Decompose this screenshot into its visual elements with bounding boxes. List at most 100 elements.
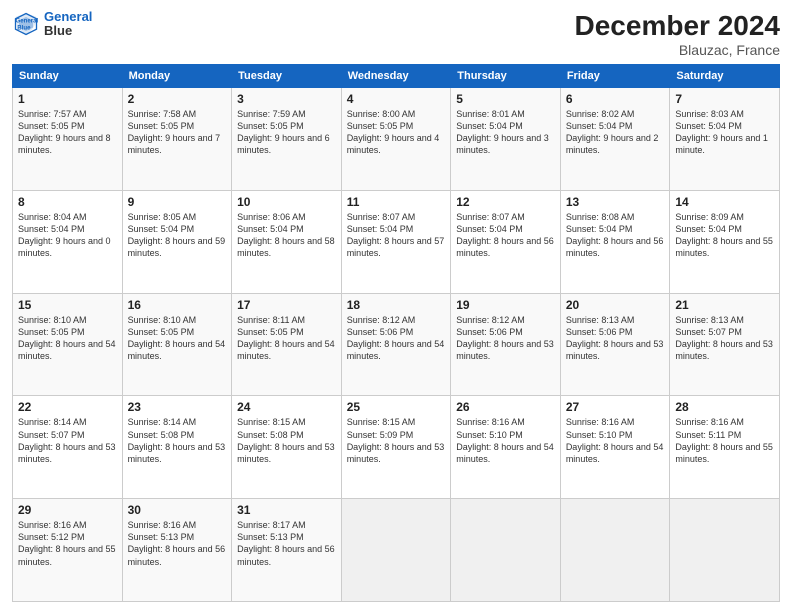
table-row: 5Sunrise: 8:01 AM Sunset: 5:04 PM Daylig… bbox=[451, 88, 561, 191]
calendar-week-0: 1 Sunrise: 7:57 AM Sunset: 5:05 PM Daylig… bbox=[13, 88, 780, 191]
col-thursday: Thursday bbox=[451, 65, 561, 88]
day-detail: Sunrise: 8:00 AM Sunset: 5:05 PM Dayligh… bbox=[347, 108, 446, 157]
table-row: 15 Sunrise: 8:10 AM Sunset: 5:05 PM Dayli… bbox=[13, 293, 123, 396]
col-monday: Monday bbox=[122, 65, 232, 88]
table-row bbox=[560, 499, 670, 602]
day-detail: Sunrise: 8:13 AM Sunset: 5:06 PM Dayligh… bbox=[566, 314, 665, 363]
day-detail: Sunrise: 8:06 AM Sunset: 5:04 PM Dayligh… bbox=[237, 211, 336, 260]
day-detail: Sunrise: 8:16 AM Sunset: 5:11 PM Dayligh… bbox=[675, 416, 774, 465]
day-number: 15 bbox=[18, 298, 117, 312]
calendar-week-4: 29Sunrise: 8:16 AM Sunset: 5:12 PM Dayli… bbox=[13, 499, 780, 602]
day-number: 4 bbox=[347, 92, 446, 106]
day-detail: Sunrise: 7:57 AM Sunset: 5:05 PM Dayligh… bbox=[18, 108, 117, 157]
day-number: 24 bbox=[237, 400, 336, 414]
day-number: 8 bbox=[18, 195, 117, 209]
day-detail: Sunrise: 8:12 AM Sunset: 5:06 PM Dayligh… bbox=[347, 314, 446, 363]
calendar-title: December 2024 bbox=[575, 10, 780, 42]
day-number: 9 bbox=[128, 195, 227, 209]
day-number: 1 bbox=[18, 92, 117, 106]
table-row: 23Sunrise: 8:14 AM Sunset: 5:08 PM Dayli… bbox=[122, 396, 232, 499]
day-number: 11 bbox=[347, 195, 446, 209]
table-row: 6 Sunrise: 8:02 AM Sunset: 5:04 PM Daylig… bbox=[560, 88, 670, 191]
page: General Blue General Blue December 2024 … bbox=[0, 0, 792, 612]
table-row: 11 Sunrise: 8:07 AM Sunset: 5:04 PM Dayli… bbox=[341, 190, 451, 293]
day-detail: Sunrise: 8:11 AM Sunset: 5:05 PM Dayligh… bbox=[237, 314, 336, 363]
day-detail: Sunrise: 8:13 AM Sunset: 5:07 PM Dayligh… bbox=[675, 314, 774, 363]
day-number: 19 bbox=[456, 298, 555, 312]
day-detail: Sunrise: 8:10 AM Sunset: 5:05 PM Dayligh… bbox=[18, 314, 117, 363]
day-detail: Sunrise: 8:12 AM Sunset: 5:06 PM Dayligh… bbox=[456, 314, 555, 363]
day-detail: Sunrise: 8:15 AM Sunset: 5:08 PM Dayligh… bbox=[237, 416, 336, 465]
day-detail: Sunrise: 8:16 AM Sunset: 5:10 PM Dayligh… bbox=[456, 416, 555, 465]
day-detail: Sunrise: 8:16 AM Sunset: 5:10 PM Dayligh… bbox=[566, 416, 665, 465]
day-number: 14 bbox=[675, 195, 774, 209]
col-saturday: Saturday bbox=[670, 65, 780, 88]
day-number: 25 bbox=[347, 400, 446, 414]
table-row: 25 Sunrise: 8:15 AM Sunset: 5:09 PM Dayli… bbox=[341, 396, 451, 499]
header: General Blue General Blue December 2024 … bbox=[12, 10, 780, 58]
logo-icon: General Blue bbox=[12, 10, 40, 38]
day-number: 28 bbox=[675, 400, 774, 414]
table-row: 7Sunrise: 8:03 AM Sunset: 5:04 PM Daylig… bbox=[670, 88, 780, 191]
table-row: 17Sunrise: 8:11 AM Sunset: 5:05 PM Dayli… bbox=[232, 293, 342, 396]
table-row: 12Sunrise: 8:07 AM Sunset: 5:04 PM Dayli… bbox=[451, 190, 561, 293]
table-row: 24 Sunrise: 8:15 AM Sunset: 5:08 PM Dayli… bbox=[232, 396, 342, 499]
day-number: 13 bbox=[566, 195, 665, 209]
day-number: 3 bbox=[237, 92, 336, 106]
day-number: 16 bbox=[128, 298, 227, 312]
svg-text:Blue: Blue bbox=[17, 25, 31, 32]
day-number: 31 bbox=[237, 503, 336, 517]
table-row: 3 Sunrise: 7:59 AM Sunset: 5:05 PM Daylig… bbox=[232, 88, 342, 191]
calendar-week-1: 8 Sunrise: 8:04 AM Sunset: 5:04 PM Daylig… bbox=[13, 190, 780, 293]
day-detail: Sunrise: 7:59 AM Sunset: 5:05 PM Dayligh… bbox=[237, 108, 336, 157]
table-row: 10Sunrise: 8:06 AM Sunset: 5:04 PM Dayli… bbox=[232, 190, 342, 293]
day-number: 6 bbox=[566, 92, 665, 106]
table-row: 30Sunrise: 8:16 AM Sunset: 5:13 PM Dayli… bbox=[122, 499, 232, 602]
table-row: 2Sunrise: 7:58 AM Sunset: 5:05 PM Daylig… bbox=[122, 88, 232, 191]
table-row: 21 Sunrise: 8:13 AM Sunset: 5:07 PM Dayli… bbox=[670, 293, 780, 396]
day-detail: Sunrise: 8:07 AM Sunset: 5:04 PM Dayligh… bbox=[347, 211, 446, 260]
title-block: December 2024 Blauzac, France bbox=[575, 10, 780, 58]
logo: General Blue General Blue bbox=[12, 10, 92, 39]
day-detail: Sunrise: 8:02 AM Sunset: 5:04 PM Dayligh… bbox=[566, 108, 665, 157]
day-detail: Sunrise: 8:16 AM Sunset: 5:13 PM Dayligh… bbox=[128, 519, 227, 568]
day-number: 20 bbox=[566, 298, 665, 312]
logo-text: General Blue bbox=[44, 10, 92, 39]
table-row: 8 Sunrise: 8:04 AM Sunset: 5:04 PM Daylig… bbox=[13, 190, 123, 293]
table-row: 9 Sunrise: 8:05 AM Sunset: 5:04 PM Daylig… bbox=[122, 190, 232, 293]
day-detail: Sunrise: 8:10 AM Sunset: 5:05 PM Dayligh… bbox=[128, 314, 227, 363]
table-row: 16 Sunrise: 8:10 AM Sunset: 5:05 PM Dayli… bbox=[122, 293, 232, 396]
day-detail: Sunrise: 8:15 AM Sunset: 5:09 PM Dayligh… bbox=[347, 416, 446, 465]
table-row: 19 Sunrise: 8:12 AM Sunset: 5:06 PM Dayli… bbox=[451, 293, 561, 396]
logo-line2: Blue bbox=[44, 24, 92, 38]
day-number: 18 bbox=[347, 298, 446, 312]
day-number: 29 bbox=[18, 503, 117, 517]
table-row: 26Sunrise: 8:16 AM Sunset: 5:10 PM Dayli… bbox=[451, 396, 561, 499]
table-row: 20 Sunrise: 8:13 AM Sunset: 5:06 PM Dayli… bbox=[560, 293, 670, 396]
day-detail: Sunrise: 8:04 AM Sunset: 5:04 PM Dayligh… bbox=[18, 211, 117, 260]
table-row: 22 Sunrise: 8:14 AM Sunset: 5:07 PM Dayli… bbox=[13, 396, 123, 499]
svg-text:General: General bbox=[16, 18, 39, 25]
calendar-week-3: 22 Sunrise: 8:14 AM Sunset: 5:07 PM Dayli… bbox=[13, 396, 780, 499]
day-detail: Sunrise: 8:07 AM Sunset: 5:04 PM Dayligh… bbox=[456, 211, 555, 260]
day-number: 21 bbox=[675, 298, 774, 312]
table-row: 31Sunrise: 8:17 AM Sunset: 5:13 PM Dayli… bbox=[232, 499, 342, 602]
table-row: 13Sunrise: 8:08 AM Sunset: 5:04 PM Dayli… bbox=[560, 190, 670, 293]
table-row bbox=[451, 499, 561, 602]
day-detail: Sunrise: 8:03 AM Sunset: 5:04 PM Dayligh… bbox=[675, 108, 774, 157]
day-detail: Sunrise: 8:14 AM Sunset: 5:07 PM Dayligh… bbox=[18, 416, 117, 465]
day-number: 23 bbox=[128, 400, 227, 414]
col-friday: Friday bbox=[560, 65, 670, 88]
calendar-table: Sunday Monday Tuesday Wednesday Thursday… bbox=[12, 64, 780, 602]
day-number: 22 bbox=[18, 400, 117, 414]
day-detail: Sunrise: 8:09 AM Sunset: 5:04 PM Dayligh… bbox=[675, 211, 774, 260]
table-row bbox=[670, 499, 780, 602]
calendar-week-2: 15 Sunrise: 8:10 AM Sunset: 5:05 PM Dayli… bbox=[13, 293, 780, 396]
day-detail: Sunrise: 7:58 AM Sunset: 5:05 PM Dayligh… bbox=[128, 108, 227, 157]
col-sunday: Sunday bbox=[13, 65, 123, 88]
logo-line1: General bbox=[44, 9, 92, 24]
day-detail: Sunrise: 8:01 AM Sunset: 5:04 PM Dayligh… bbox=[456, 108, 555, 157]
day-detail: Sunrise: 8:05 AM Sunset: 5:04 PM Dayligh… bbox=[128, 211, 227, 260]
calendar-header-row: Sunday Monday Tuesday Wednesday Thursday… bbox=[13, 65, 780, 88]
col-tuesday: Tuesday bbox=[232, 65, 342, 88]
